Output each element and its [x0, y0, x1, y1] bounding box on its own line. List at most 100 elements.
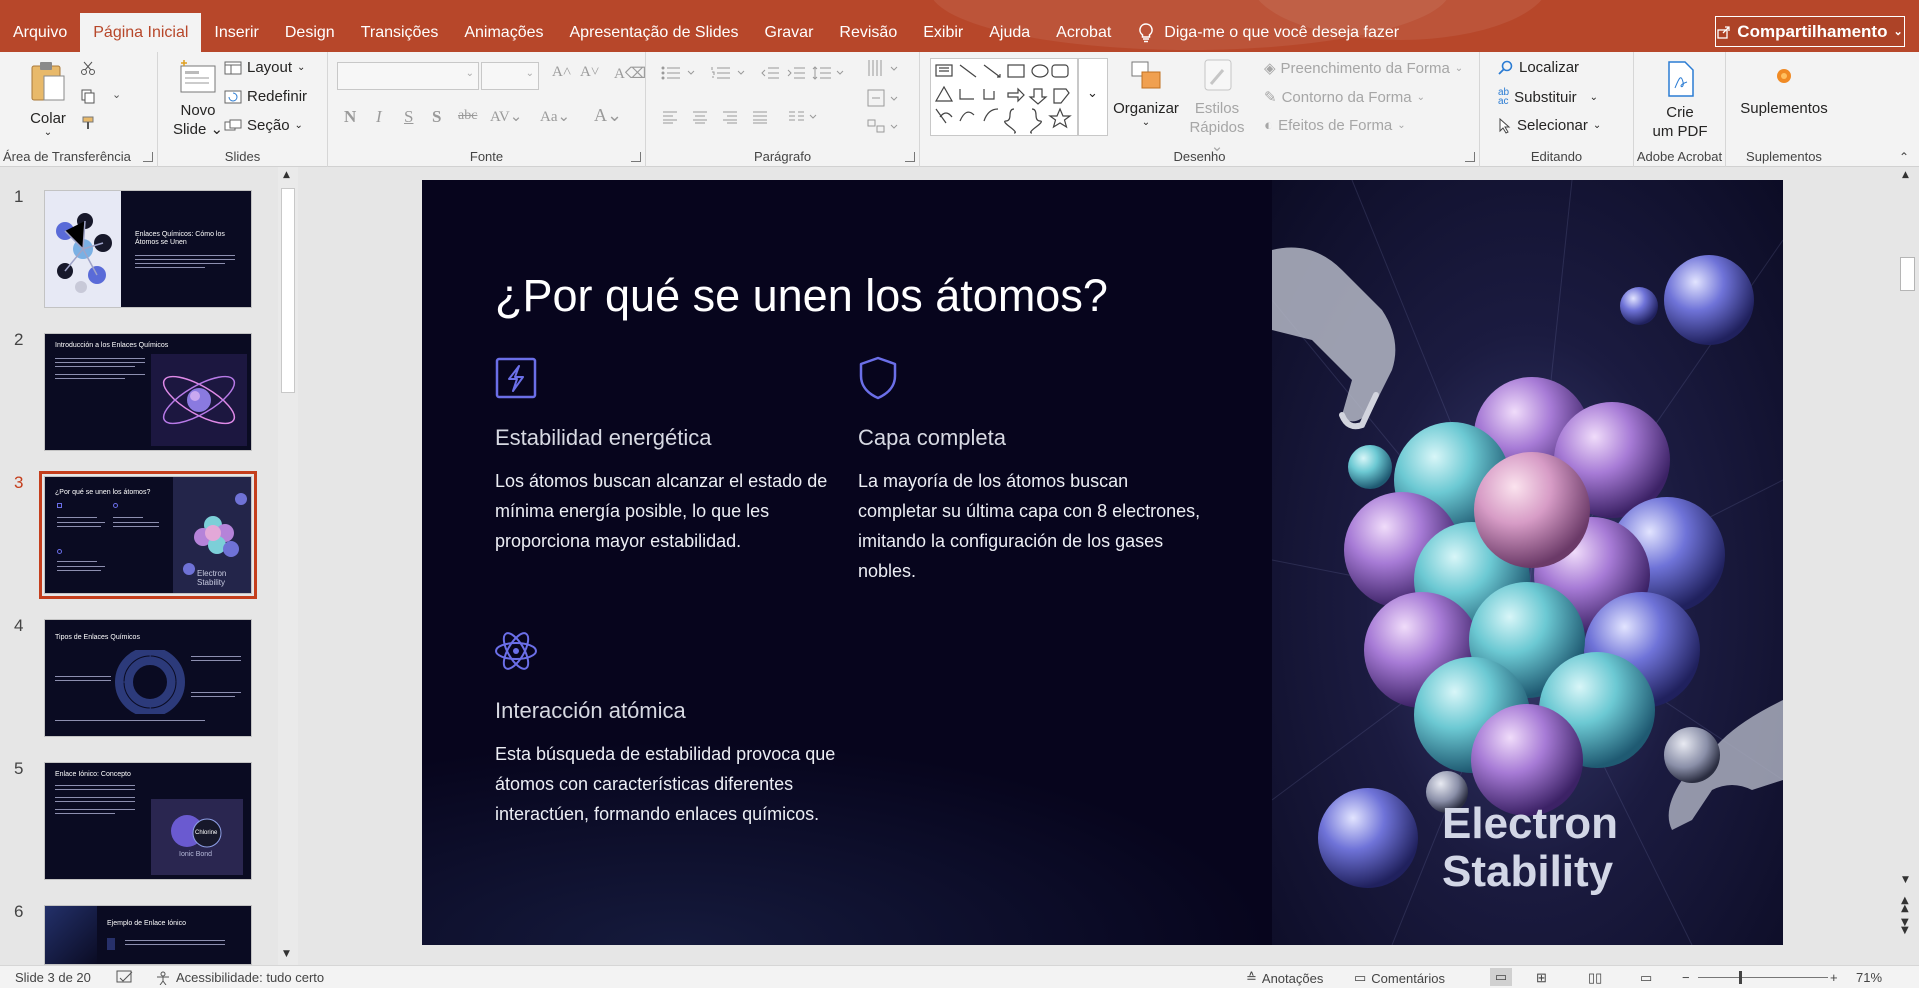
shape-fill-button[interactable]: ◈ Preenchimento da Forma ⌄ [1264, 59, 1463, 78]
tab-arquivo[interactable]: Arquivo [0, 13, 80, 52]
feature-description[interactable]: Esta búsqueda de estabilidad provoca que… [495, 739, 845, 829]
dialog-launcher-icon[interactable] [905, 152, 915, 162]
tab-animacoes[interactable]: Animações [451, 13, 556, 52]
tab-exibir[interactable]: Exibir [910, 13, 976, 52]
slideshow-icon[interactable]: ▭ [1640, 970, 1652, 986]
increase-indent-icon[interactable] [786, 66, 806, 80]
scroll-down-icon[interactable]: ▼ [283, 949, 290, 959]
underline-icon[interactable]: S [404, 107, 413, 127]
feature-title[interactable]: Interacción atómica [495, 698, 686, 724]
numbering-icon[interactable] [710, 66, 750, 80]
dialog-launcher-icon[interactable] [143, 152, 153, 162]
tab-revisao[interactable]: Revisão [826, 13, 910, 52]
format-painter-icon[interactable] [80, 115, 96, 131]
scroll-thumb[interactable] [1900, 257, 1915, 291]
tab-ajuda[interactable]: Ajuda [976, 13, 1043, 52]
accessibility-status[interactable]: Acessibilidade: tudo certo [155, 970, 324, 985]
align-text-icon[interactable] [866, 88, 906, 108]
zoom-in-icon[interactable]: + [1830, 970, 1838, 985]
scroll-up-icon[interactable]: ▲ [1902, 170, 1909, 180]
font-name-combo[interactable]: ⌄ [337, 62, 479, 90]
thumbnail-scrollbar[interactable]: ▲ ▼ [278, 167, 298, 965]
replace-button[interactable]: ab ac Substituir ⌄ [1498, 88, 1598, 107]
paste-button[interactable]: Colar ⌄ [22, 60, 74, 138]
copy-icon[interactable] [80, 88, 96, 104]
columns-icon[interactable] [788, 110, 822, 124]
increase-font-icon[interactable]: A˄ [552, 64, 571, 81]
shapes-more-button[interactable]: ⌄ [1078, 58, 1108, 136]
create-pdf-button[interactable]: Crie um PDF [1642, 60, 1718, 141]
align-left-icon[interactable] [662, 110, 678, 124]
smartart-icon[interactable] [866, 116, 906, 136]
align-right-icon[interactable] [722, 110, 738, 124]
comments-button[interactable]: ▭ Comentários [1354, 970, 1445, 986]
layout-button[interactable]: Layout ⌄ [224, 59, 305, 76]
reading-view-icon[interactable]: ▯▯ [1588, 970, 1602, 986]
slide-title[interactable]: ¿Por qué se unen los átomos? [495, 270, 1108, 322]
feature-title[interactable]: Estabilidad energética [495, 425, 711, 451]
normal-view-icon[interactable]: ▭ [1490, 968, 1512, 986]
reset-button[interactable]: Redefinir [224, 88, 307, 105]
feature-description[interactable]: La mayoría de los átomos buscan completa… [858, 466, 1208, 586]
select-button[interactable]: Selecionar ⌄ [1498, 117, 1601, 134]
tab-gravar[interactable]: Gravar [752, 13, 827, 52]
bold-icon[interactable]: N [344, 107, 356, 127]
electron-stability-image[interactable]: Electron Stability [1271, 180, 1783, 945]
collapse-ribbon-icon[interactable]: ⌃ [1899, 150, 1909, 164]
strikethrough-icon[interactable]: abc [458, 108, 477, 124]
zoom-slider[interactable] [1698, 977, 1828, 978]
tab-design[interactable]: Design [272, 13, 348, 52]
slide-scrollbar[interactable]: ▲ ▼ ▲ ▲ ▼ ▼ [1896, 167, 1919, 965]
text-direction-icon[interactable] [866, 58, 906, 78]
thumbnail-slide-6[interactable]: Ejemplo de Enlace Iónico [44, 905, 252, 965]
tell-me-search[interactable]: Diga-me o que você deseja fazer [1124, 13, 1413, 52]
shape-outline-button[interactable]: ✎ Contorno da Forma ⌄ [1264, 88, 1425, 107]
align-center-icon[interactable] [692, 110, 708, 124]
zoom-slider-thumb[interactable] [1739, 971, 1742, 984]
change-case-icon[interactable]: Aa⌄ [540, 107, 570, 126]
zoom-out-icon[interactable]: − [1682, 970, 1690, 985]
scissors-icon[interactable] [80, 60, 96, 76]
feature-title[interactable]: Capa completa [858, 425, 1006, 451]
italic-icon[interactable]: I [376, 107, 382, 127]
thumbnail-slide-5[interactable]: Enlace Iónico: Concepto Chlorine Ionic B… [44, 762, 252, 880]
thumbnail-slide-3[interactable]: ¿Por qué se unen los átomos? Electron St… [39, 471, 257, 599]
tab-transicoes[interactable]: Transições [348, 13, 452, 52]
decrease-indent-icon[interactable] [760, 66, 780, 80]
tab-acrobat[interactable]: Acrobat [1043, 13, 1124, 52]
scroll-down-icon[interactable]: ▼ [1902, 875, 1909, 885]
quick-styles-button[interactable]: Estilos Rápidos ⌄ [1184, 58, 1250, 156]
dialog-launcher-icon[interactable] [631, 152, 641, 162]
zoom-level[interactable]: 71% [1856, 970, 1882, 985]
shadow-icon[interactable]: S [432, 107, 441, 127]
char-spacing-icon[interactable]: AV⌄ [490, 107, 522, 126]
find-button[interactable]: Localizar [1498, 59, 1579, 76]
decrease-font-icon[interactable]: A˅ [580, 64, 599, 81]
thumbnail-slide-1[interactable]: Enlaces Químicos: Cómo los Átomos se Une… [44, 190, 252, 308]
bullets-icon[interactable] [660, 66, 700, 80]
current-slide[interactable]: ¿Por qué se unen los átomos? Estabilidad… [422, 180, 1783, 945]
scroll-up-icon[interactable]: ▲ [283, 170, 290, 180]
slide-sorter-icon[interactable]: ⊞ [1536, 970, 1547, 986]
notes-button[interactable]: ≙ Anotações [1246, 970, 1323, 986]
shape-effects-button[interactable]: ◐ Efeitos de Forma ⌄ [1264, 117, 1406, 134]
scroll-thumb[interactable] [281, 188, 295, 393]
line-spacing-icon[interactable] [812, 66, 846, 80]
font-size-combo[interactable]: ⌄ [481, 62, 539, 90]
thumbnail-slide-4[interactable]: Tipos de Enlaces Químicos [44, 619, 252, 737]
font-color-icon[interactable]: A⌄ [594, 105, 622, 126]
section-button[interactable]: Seção ⌄ [224, 117, 303, 134]
tab-inserir[interactable]: Inserir [201, 13, 271, 52]
tab-pagina-inicial[interactable]: Página Inicial [80, 13, 202, 52]
new-slide-button[interactable]: Novo Slide ⌄ [166, 58, 230, 139]
spelling-icon[interactable] [116, 970, 134, 984]
arrange-button[interactable]: Organizar ⌄ [1110, 58, 1182, 128]
tab-apresentacao[interactable]: Apresentação de Slides [557, 13, 752, 52]
next-slide-icon[interactable]: ▼ ▼ [1901, 918, 1909, 936]
chevron-down-icon[interactable]: ⌄ [112, 88, 121, 101]
previous-slide-icon[interactable]: ▲ ▲ [1901, 896, 1909, 914]
thumbnail-slide-2[interactable]: Introducción a los Enlaces Químicos [44, 333, 252, 451]
addins-button[interactable]: Suplementos [1730, 60, 1838, 118]
feature-description[interactable]: Los átomos buscan alcanzar el estado de … [495, 466, 845, 556]
justify-icon[interactable] [752, 110, 768, 124]
